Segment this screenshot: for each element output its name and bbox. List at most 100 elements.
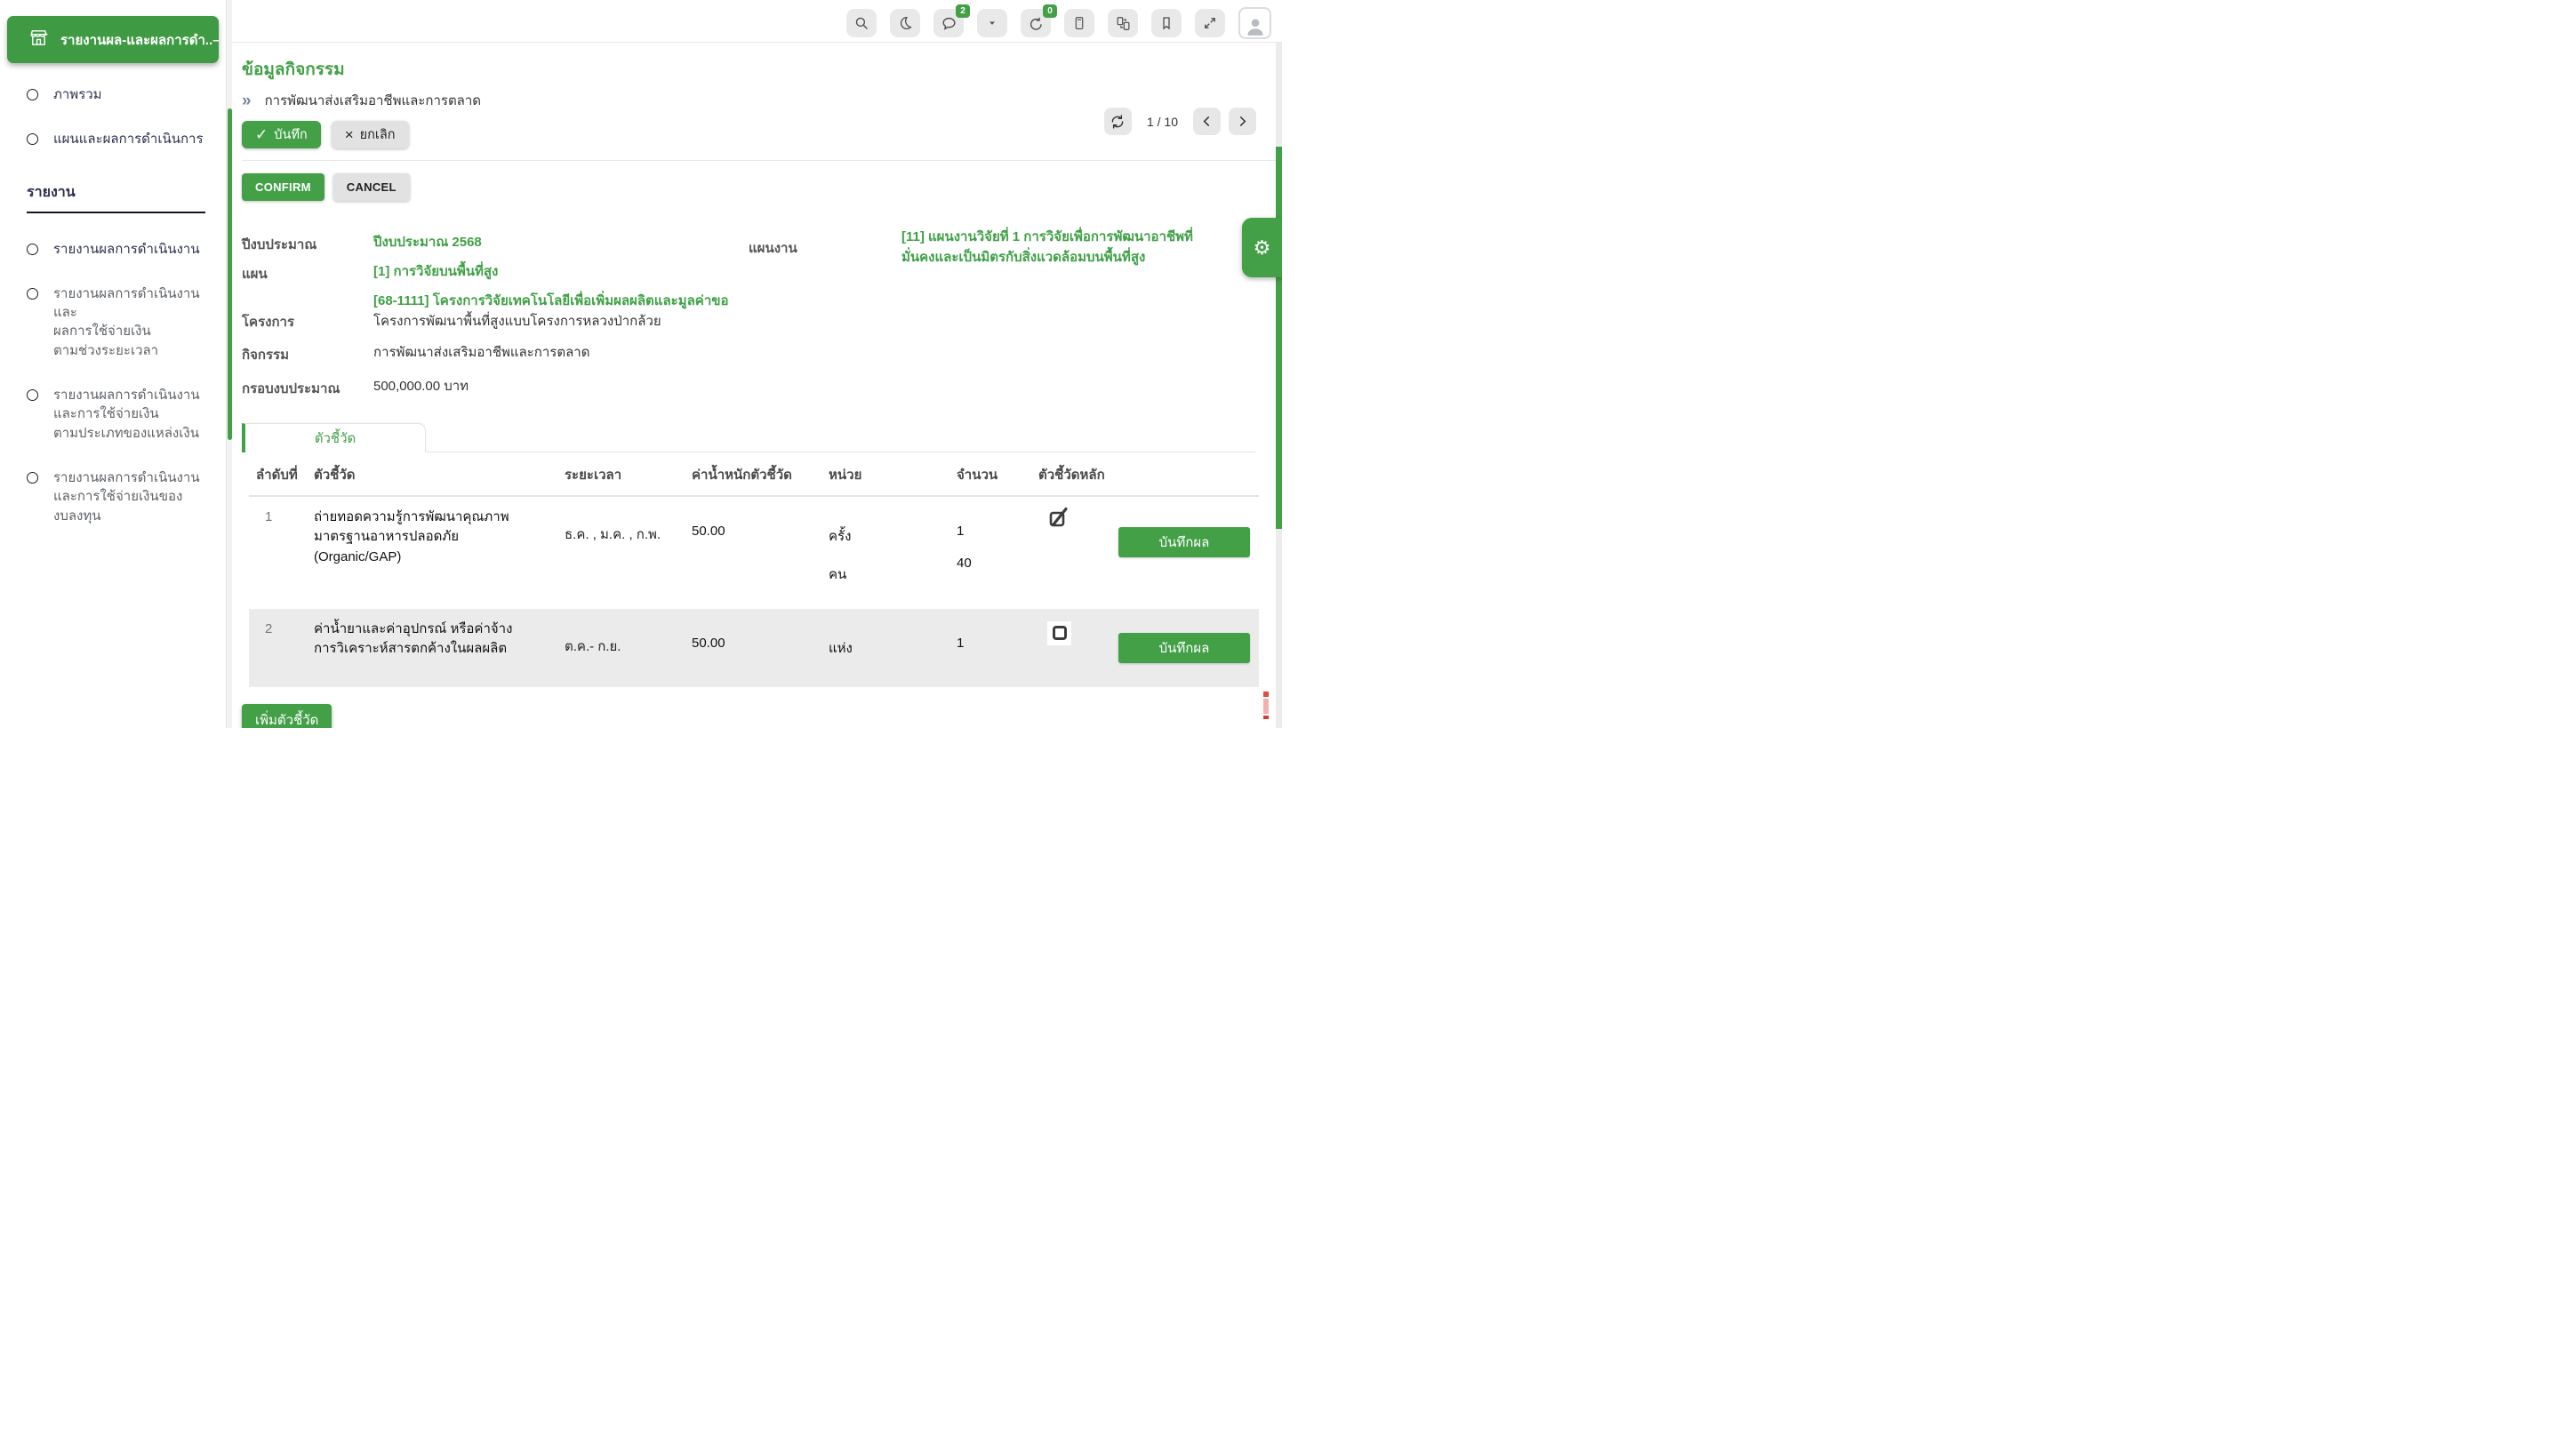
- validation-mark: [1263, 692, 1269, 721]
- cancel-confirm-button[interactable]: CANCEL: [333, 173, 410, 201]
- sidebar-item-report-capital-budget[interactable]: รายงานผลการดำเนินงาน และการใช้จ่ายเงินขอ…: [27, 468, 213, 525]
- sidebar-item-report-performance[interactable]: รายงานผลการดำเนินงาน: [27, 240, 213, 259]
- history-badge: 0: [1043, 4, 1057, 18]
- cancel-button-label: ยกเลิก: [360, 124, 396, 145]
- col-header-amount: จำนวน: [942, 452, 1031, 497]
- page-title: ข้อมูลกิจกรรม: [242, 56, 1276, 83]
- table-header-row: ลำดับที่ ตัวชี้วัด ระยะเวลา ค่าน้ำหนักตั…: [249, 452, 1259, 497]
- breadcrumb-activity: การพัฒนาส่งเสริมอาชีพและการตลาด: [265, 90, 481, 111]
- sidebar-app-button[interactable]: รายงานผล-และผลการดำ..–: [7, 16, 219, 63]
- confirm-button[interactable]: CONFIRM: [242, 173, 325, 201]
- checkbox-patch: [1047, 621, 1071, 645]
- indicator-amounts: 1 40: [942, 497, 1031, 609]
- sidebar-item-label: รายงานผลการดำเนินงาน และการใช้จ่ายเงิน ต…: [53, 386, 200, 443]
- user-avatar-button[interactable]: [1238, 7, 1271, 39]
- main-content: ข้อมูลกิจกรรม » การพัฒนาส่งเสริมอาชีพและ…: [232, 43, 1276, 728]
- record-result-button[interactable]: บันทึกผล: [1118, 633, 1250, 663]
- search-button[interactable]: [846, 9, 877, 37]
- field-project: โครงการ [68-1111] โครงการวิจัยเทคโนโลยีเ…: [242, 291, 1276, 332]
- row-number: 2: [249, 609, 307, 687]
- main-scrollbar-thumb[interactable]: [1276, 147, 1282, 529]
- field-label: แผน: [242, 261, 373, 284]
- device-transfer-icon: [1115, 15, 1132, 32]
- pagination: 1 / 10: [1104, 108, 1256, 135]
- sidebar-item-label: รายงานผลการดำเนินงาน และการใช้จ่ายเงินขอ…: [53, 468, 200, 525]
- settings-tab[interactable]: ⚙: [1242, 218, 1282, 277]
- col-header-unit: หน่วย: [818, 452, 942, 497]
- next-page-button[interactable]: [1229, 108, 1256, 135]
- table-row: 1 ถ่ายทอดความรู้การพัฒนาคุณภาพมาตรฐานอาห…: [249, 497, 1259, 609]
- save-button[interactable]: ✓ บันทึก: [242, 121, 321, 148]
- sidebar-item-label: รายงานผลการดำเนินงาน: [53, 240, 200, 259]
- field-label: กิจกรรม: [242, 342, 373, 365]
- topbar: 2 0: [232, 0, 1282, 43]
- expand-icon: [1202, 15, 1218, 31]
- circle-bullet-icon: [27, 133, 38, 145]
- chat-button[interactable]: 2: [933, 9, 964, 37]
- calculator-button[interactable]: [1064, 9, 1094, 37]
- chevron-left-icon: [1199, 114, 1214, 129]
- circle-bullet-icon: [27, 89, 38, 100]
- moon-icon: [897, 15, 913, 31]
- page-indicator: 1 / 10: [1147, 115, 1178, 129]
- project-code-value: [68-1111] โครงการวิจัยเทคโนโลยีเพื่อเพิ่…: [373, 291, 729, 311]
- field-program: แผนงาน [11] แผนงานวิจัยที่ 1 การวิจัยเพื…: [749, 227, 1282, 268]
- sidebar-section-reports: รายงาน: [27, 181, 213, 204]
- edit-square-icon[interactable]: [1047, 506, 1071, 530]
- field-label: แผนงาน: [749, 236, 901, 259]
- history-button[interactable]: 0: [1021, 9, 1051, 37]
- check-icon: ✓: [255, 127, 268, 142]
- save-button-label: บันทึก: [274, 124, 307, 145]
- main-indicator-cell: [1031, 497, 1111, 609]
- table-row: 2 ค่าน้ำยาและค่าอุปกรณ์ หรือค่าจ้างการวิ…: [249, 609, 1259, 687]
- bookmark-icon: [1158, 15, 1174, 31]
- unit-value: แห่ง: [829, 637, 939, 659]
- field-label: กรอบงบประมาณ: [242, 376, 373, 399]
- activity-details: ปีงบประมาณ ปีงบประมาณ 2568 แผน [1] การวิ…: [242, 232, 1276, 399]
- dropdown-caret-button[interactable]: [977, 9, 1007, 37]
- indicator-weight: 50.00: [685, 609, 818, 687]
- main-scrollbar[interactable]: [1276, 43, 1282, 728]
- unit-value: คน: [829, 564, 939, 585]
- tab-indicators[interactable]: ตัวชี้วัด: [242, 423, 426, 452]
- sidebar-divider: [27, 212, 205, 213]
- field-value: ปีงบประมาณ 2568: [373, 232, 482, 255]
- record-result-button[interactable]: บันทึกผล: [1118, 527, 1250, 557]
- indicator-weight: 50.00: [685, 497, 818, 609]
- indicator-name: ค่าน้ำยาและค่าอุปกรณ์ หรือค่าจ้างการวิเค…: [307, 609, 529, 687]
- program-value: [11] แผนงานวิจัยที่ 1 การวิจัยเพื่อการพั…: [901, 227, 1214, 268]
- sidebar-item-report-spending-source[interactable]: รายงานผลการดำเนินงาน และการใช้จ่ายเงิน ต…: [27, 386, 213, 443]
- prev-page-button[interactable]: [1193, 108, 1221, 135]
- sidebar-item-label: แผนและผลการดำเนินการ: [53, 130, 204, 148]
- main-indicator-checkbox[interactable]: [1053, 626, 1067, 640]
- indicators-table: ลำดับที่ ตัวชี้วัด ระยะเวลา ค่าน้ำหนักตั…: [249, 452, 1259, 687]
- add-indicator-button[interactable]: เพิ่มตัวชี้วัด: [242, 704, 332, 729]
- dark-mode-button[interactable]: [890, 9, 920, 37]
- indicator-units: แห่ง: [818, 609, 942, 687]
- refresh-icon: [1110, 114, 1126, 130]
- field-value: การพัฒนาส่งเสริมอาชีพและการตลาด: [373, 342, 589, 365]
- device-transfer-button[interactable]: [1108, 9, 1138, 37]
- circle-bullet-icon: [27, 472, 38, 484]
- fullscreen-button[interactable]: [1195, 9, 1225, 37]
- sidebar-item-plan-results[interactable]: แผนและผลการดำเนินการ: [27, 130, 213, 148]
- tab-bar: ตัวชี้วัด: [242, 423, 1255, 452]
- circle-bullet-icon: [27, 244, 38, 255]
- double-chevron-icon: »: [242, 92, 252, 109]
- refresh-button[interactable]: [1104, 108, 1132, 135]
- sidebar-scrollbar[interactable]: [228, 0, 232, 728]
- field-value: [1] การวิจัยบนพื้นที่สูง: [373, 261, 498, 284]
- sidebar-item-report-spending-period[interactable]: รายงานผลการดำเนินงานและ ผลการใช้จ่ายเงิน…: [27, 284, 213, 360]
- close-icon: ×: [345, 127, 354, 142]
- sidebar-scrollbar-thumb[interactable]: [228, 108, 232, 440]
- cancel-button[interactable]: × ยกเลิก: [332, 121, 409, 148]
- bookmark-button[interactable]: [1151, 9, 1182, 37]
- avatar-icon: [1244, 14, 1267, 37]
- action-cell: บันทึกผล: [1111, 497, 1261, 609]
- app-window: รายงานผล-และผลการดำ..– ภาพรวม แผนและผลกา…: [0, 0, 1282, 728]
- add-indicator-row: เพิ่มตัวชี้วัด: [242, 704, 1276, 729]
- sidebar-item-overview[interactable]: ภาพรวม: [27, 85, 213, 104]
- indicator-period: ต.ค.- ก.ย.: [529, 609, 685, 687]
- caret-down-icon: [986, 17, 998, 29]
- chat-icon: [941, 15, 957, 32]
